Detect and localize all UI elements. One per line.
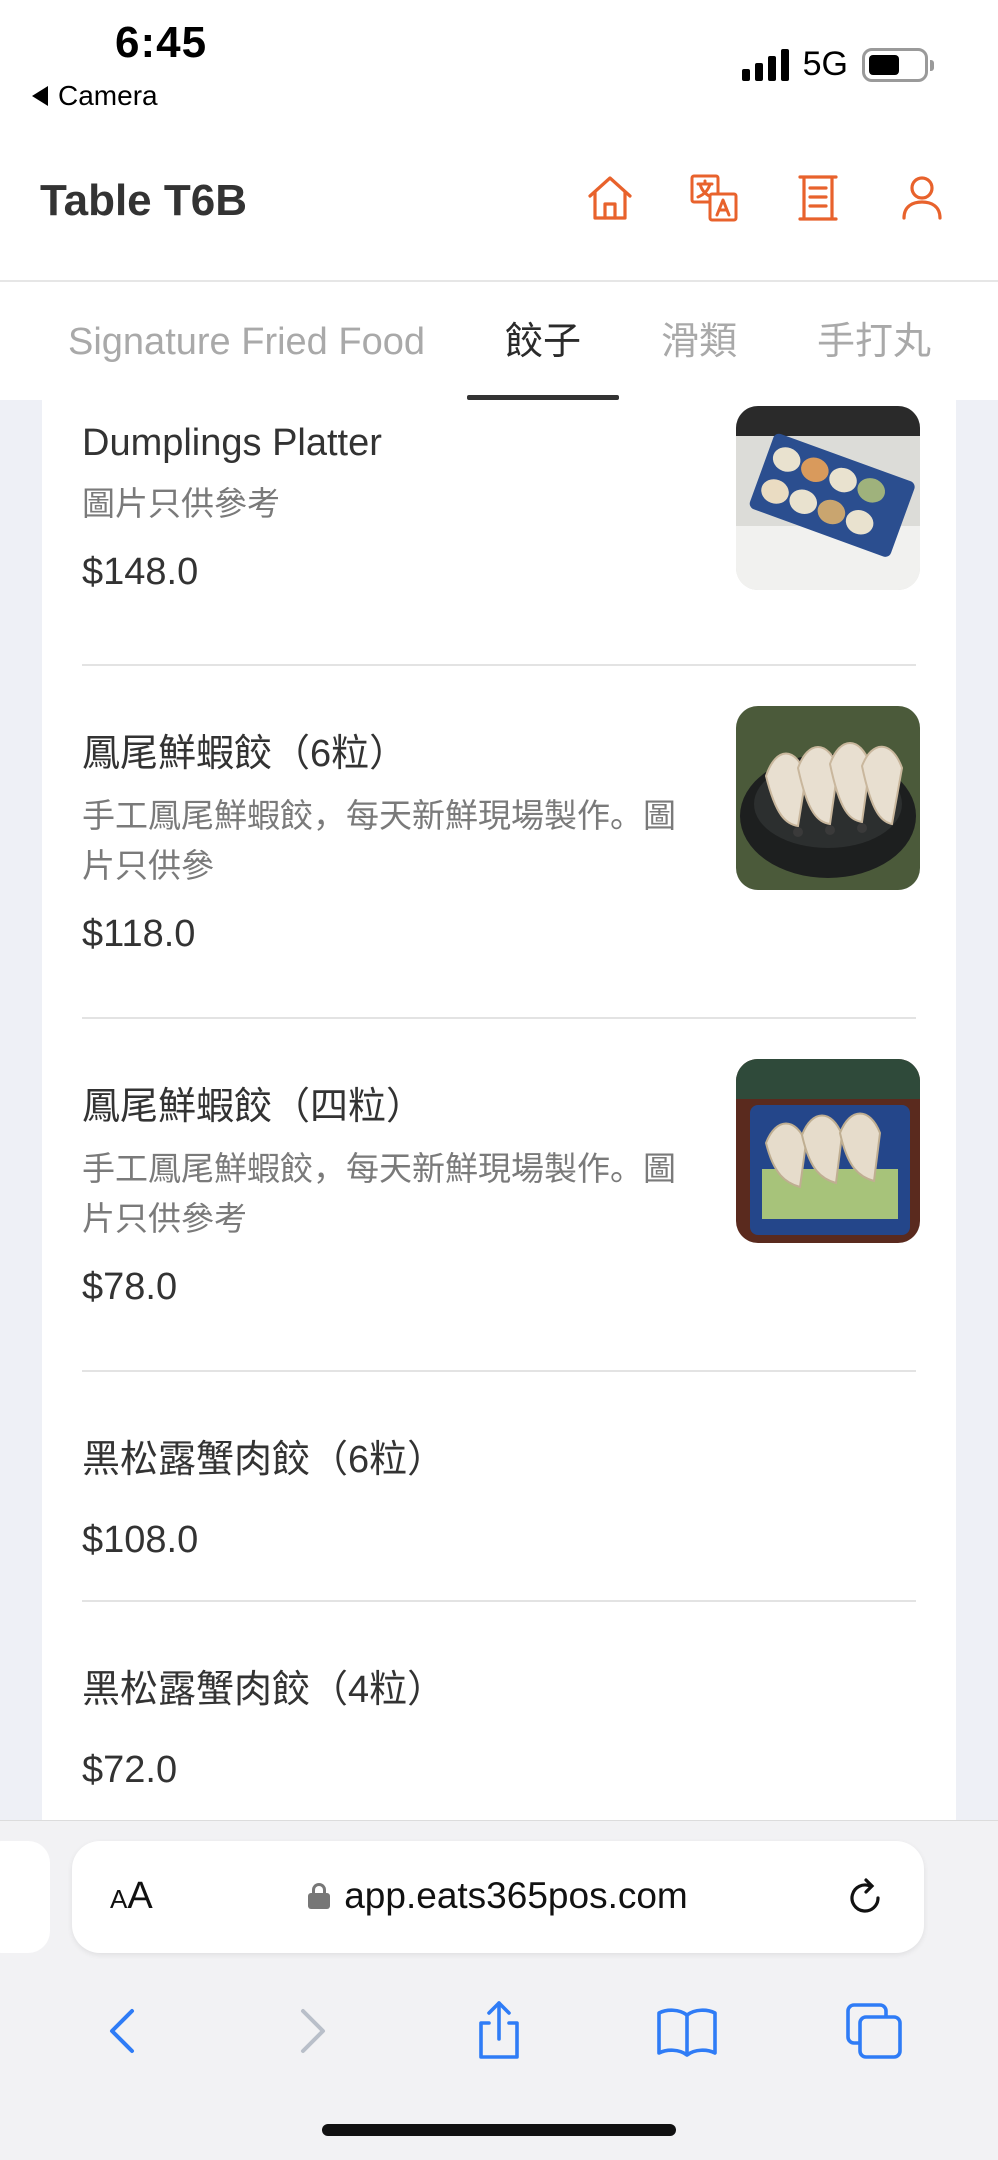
item-price: $72.0 bbox=[82, 1749, 178, 1791]
item-name: 黑松露蟹肉餃（4粒） bbox=[82, 1669, 446, 1711]
item-photo bbox=[736, 706, 920, 890]
tab-handmade-balls[interactable]: 手打丸 bbox=[817, 284, 931, 400]
forward-icon[interactable] bbox=[279, 1999, 343, 2063]
item-price: $78.0 bbox=[82, 1266, 178, 1308]
menu-item[interactable]: 鳳尾鮮蝦餃（6粒） 手工鳳尾鮮蝦餃，每天新鮮現場製作。圖片只供參 $118.0 bbox=[82, 706, 920, 992]
category-tabs: Signature Fried Food 餃子 滑類 手打丸 bbox=[0, 284, 998, 400]
tab-signature-fried-food[interactable]: Signature Fried Food bbox=[68, 284, 425, 400]
table-title: Table T6B bbox=[40, 176, 248, 225]
battery-icon bbox=[862, 47, 934, 82]
item-description: 手工鳳尾鮮蝦餃，每天新鮮現場製作。圖片只供參考 bbox=[82, 1150, 676, 1237]
item-description: 手工鳳尾鮮蝦餃，每天新鮮現場製作。圖片只供參 bbox=[82, 797, 676, 884]
menu-item[interactable]: Dumplings Platter 圖片只供參考 $148.0 bbox=[82, 406, 920, 652]
account-icon[interactable] bbox=[896, 172, 948, 224]
back-icon[interactable] bbox=[92, 1999, 156, 2063]
app-header: Table T6B bbox=[0, 130, 998, 282]
menu-item[interactable]: 鳳尾鮮蝦餃（四粒） 手工鳳尾鮮蝦餃，每天新鮮現場製作。圖片只供參考 $78.0 bbox=[82, 1059, 920, 1345]
url-text: app.eats365pos.com bbox=[344, 1875, 688, 1916]
back-label: Camera bbox=[58, 80, 158, 111]
item-description: 圖片只供參考 bbox=[82, 485, 280, 522]
divider bbox=[82, 664, 916, 666]
divider bbox=[82, 1370, 916, 1372]
tabs-icon[interactable] bbox=[842, 1999, 906, 2063]
bookmarks-icon[interactable] bbox=[655, 1999, 719, 2063]
status-bar: 6:45 Camera 5G bbox=[0, 0, 998, 130]
reload-icon[interactable] bbox=[842, 1875, 888, 1921]
item-photo bbox=[736, 1059, 920, 1243]
status-time: 6:45 bbox=[115, 18, 208, 67]
browser-toolbar: AA app.eats365pos.com bbox=[0, 1820, 998, 2160]
menu-item[interactable]: 黑松露蟹肉餃（4粒） $72.0 bbox=[82, 1658, 916, 1791]
item-photo bbox=[736, 406, 920, 590]
home-icon[interactable] bbox=[584, 172, 636, 224]
tab-slippery[interactable]: 滑類 bbox=[661, 284, 737, 400]
lock-icon bbox=[308, 1883, 331, 1909]
url-display[interactable]: app.eats365pos.com bbox=[72, 1875, 924, 1917]
previous-tab-preview[interactable] bbox=[0, 1841, 50, 1953]
menu-item[interactable]: 黑松露蟹肉餃（6粒） $108.0 bbox=[82, 1428, 916, 1561]
header-actions bbox=[584, 172, 948, 224]
home-indicator[interactable] bbox=[322, 2124, 676, 2136]
address-bar[interactable]: AA app.eats365pos.com bbox=[72, 1841, 924, 1953]
divider bbox=[82, 1600, 916, 1602]
menu-content: Dumplings Platter 圖片只供參考 $148.0 鳳尾鮮蝦餃（6粒… bbox=[0, 400, 998, 1820]
translate-icon[interactable] bbox=[688, 172, 740, 224]
back-arrow-icon bbox=[32, 86, 48, 106]
item-price: $118.0 bbox=[82, 913, 196, 955]
item-name: 黑松露蟹肉餃（6粒） bbox=[82, 1439, 446, 1481]
menu-card: Dumplings Platter 圖片只供參考 $148.0 鳳尾鮮蝦餃（6粒… bbox=[42, 400, 956, 1820]
browser-nav bbox=[0, 1991, 998, 2071]
divider bbox=[82, 1017, 916, 1019]
status-indicators: 5G bbox=[741, 45, 934, 84]
receipt-icon[interactable] bbox=[792, 172, 844, 224]
network-type: 5G bbox=[802, 45, 848, 83]
signal-icon bbox=[741, 48, 789, 81]
back-to-camera-link[interactable]: Camera bbox=[32, 80, 158, 112]
share-icon[interactable] bbox=[467, 1999, 531, 2063]
item-price: $108.0 bbox=[82, 1519, 199, 1561]
tab-dumplings[interactable]: 餃子 bbox=[466, 284, 620, 400]
